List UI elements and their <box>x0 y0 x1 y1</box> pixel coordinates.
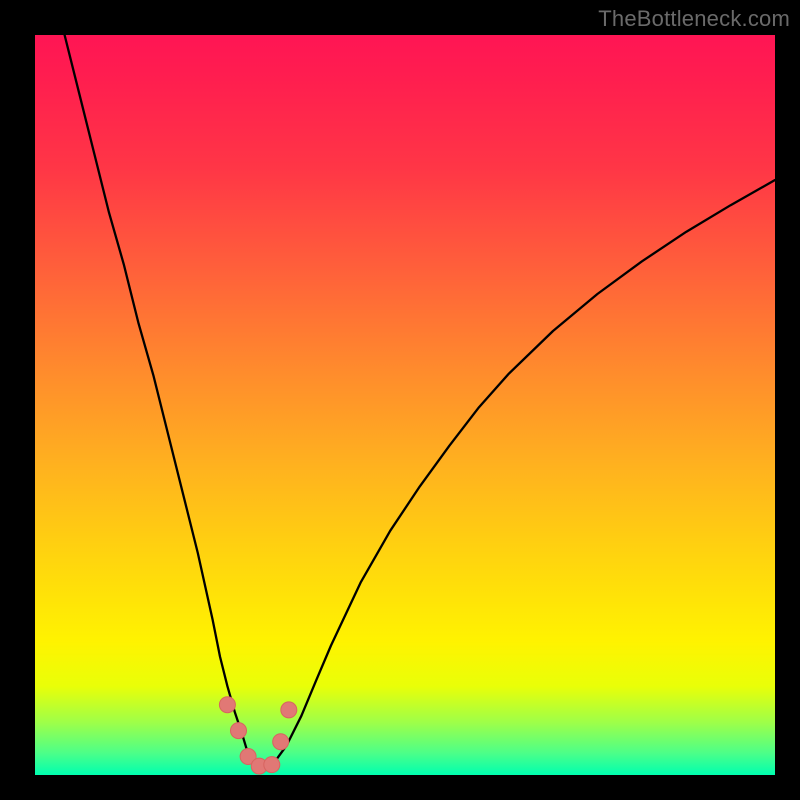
curve-marker <box>281 702 297 718</box>
curve-marker <box>264 757 280 773</box>
plot-area <box>35 35 775 775</box>
curve-marker <box>231 723 247 739</box>
curve-markers <box>219 697 296 774</box>
curve-marker <box>219 697 235 713</box>
curve-svg <box>35 35 775 775</box>
watermark-text: TheBottleneck.com <box>598 6 790 32</box>
bottleneck-curve <box>65 35 775 767</box>
curve-marker <box>273 734 289 750</box>
chart-frame: TheBottleneck.com <box>0 0 800 800</box>
